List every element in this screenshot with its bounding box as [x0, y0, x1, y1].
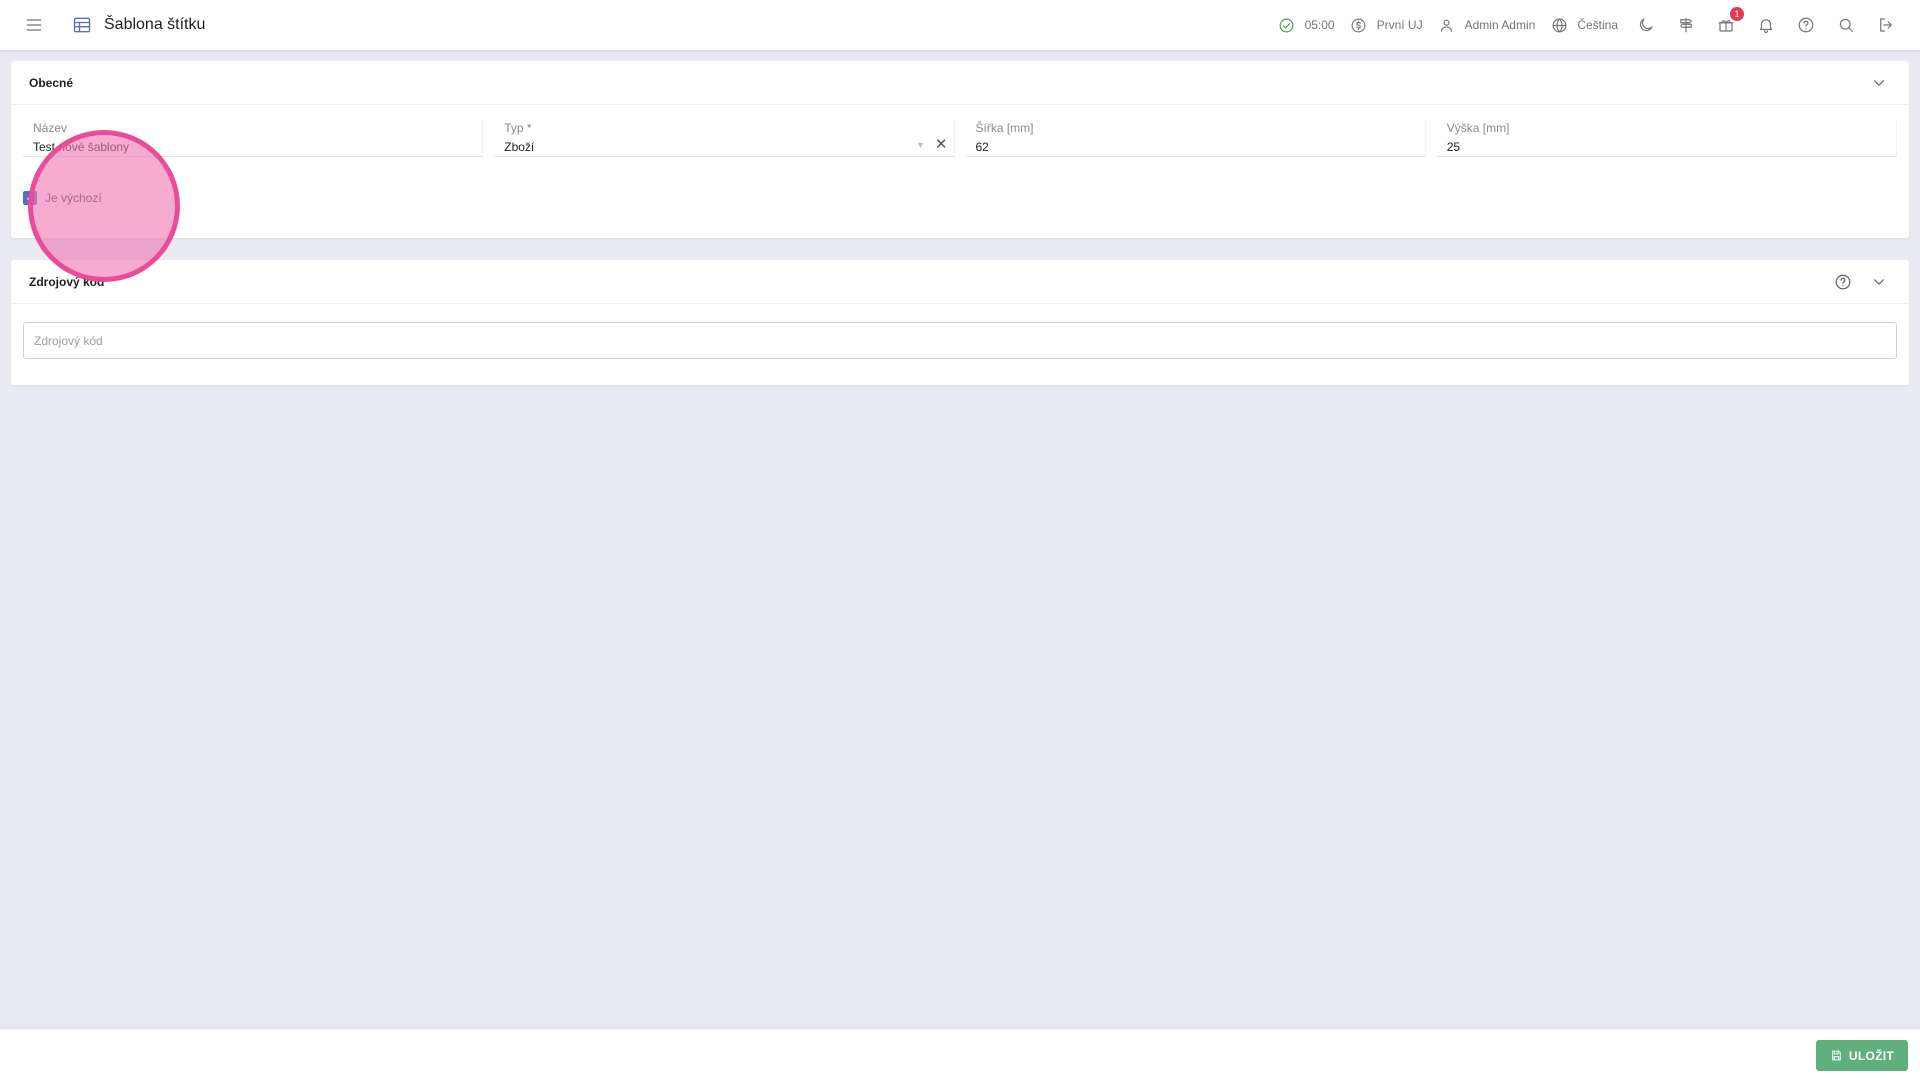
- top-bar: Šablona štítku 05:00 První UJ Admin Admi…: [0, 0, 1920, 50]
- check-circle-icon: [1277, 15, 1297, 35]
- name-value: Test nové šablony: [33, 140, 130, 154]
- save-button[interactable]: ULOŽIT: [1815, 1040, 1908, 1071]
- moon-icon[interactable]: [1634, 13, 1658, 37]
- height-value: 25: [1446, 140, 1461, 154]
- user-menu[interactable]: Admin Admin: [1437, 15, 1536, 35]
- user-name: Admin Admin: [1464, 18, 1536, 32]
- source-code-input[interactable]: [34, 333, 1886, 348]
- company-selector[interactable]: První UJ: [1349, 15, 1423, 35]
- bell-icon[interactable]: [1754, 13, 1778, 37]
- save-label: ULOŽIT: [1848, 1048, 1894, 1063]
- gift-icon[interactable]: 1: [1714, 7, 1744, 37]
- company-name: První UJ: [1376, 18, 1423, 32]
- session-timer[interactable]: 05:00: [1277, 15, 1335, 35]
- name-label: Název: [33, 121, 68, 135]
- source-card: Zdrojový kód: [11, 260, 1909, 385]
- caret-down-icon[interactable]: ▼: [916, 140, 925, 150]
- width-value: 62: [975, 140, 989, 154]
- height-field[interactable]: Výška [mm] 25: [1436, 119, 1897, 157]
- name-field[interactable]: Název Test nové šablony: [23, 119, 484, 157]
- footer-bar: ULOŽIT: [0, 1029, 1920, 1080]
- source-code-field[interactable]: [23, 322, 1897, 359]
- language-name: Čeština: [1577, 18, 1618, 32]
- table-icon: [70, 13, 94, 37]
- width-label: Šířka [mm]: [975, 121, 1034, 135]
- type-value: Zboží: [504, 140, 535, 154]
- general-fields: Název Test nové šablony Typ * Zboží ▼ ✕ …: [11, 105, 1909, 157]
- globe-icon: [1549, 15, 1569, 35]
- default-checkbox[interactable]: ✓: [23, 191, 37, 205]
- user-icon: [1437, 15, 1457, 35]
- gift-badge: 1: [1730, 7, 1744, 21]
- logout-icon[interactable]: [1874, 13, 1898, 37]
- type-actions: ▼ ✕: [916, 137, 948, 152]
- height-label: Výška [mm]: [1446, 121, 1510, 135]
- search-icon[interactable]: [1834, 13, 1858, 37]
- chevron-down-icon[interactable]: [1867, 270, 1891, 294]
- type-label: Typ *: [504, 121, 532, 135]
- default-label[interactable]: Je výchozí: [45, 191, 102, 205]
- save-icon: [1832, 1050, 1841, 1061]
- page-title-wrap: Šablona štítku: [70, 13, 205, 37]
- help-icon[interactable]: [1831, 270, 1855, 294]
- general-card-header[interactable]: Obecné: [11, 61, 1909, 105]
- menu-icon[interactable]: [22, 13, 46, 37]
- language-selector[interactable]: Čeština: [1549, 15, 1618, 35]
- session-time: 05:00: [1304, 18, 1335, 32]
- chevron-down-icon[interactable]: [1867, 71, 1891, 95]
- type-select[interactable]: Typ * Zboží ▼ ✕: [494, 119, 955, 157]
- signpost-icon[interactable]: [1674, 13, 1698, 37]
- width-field[interactable]: Šířka [mm] 62: [965, 119, 1426, 157]
- source-card-title: Zdrojový kód: [29, 274, 105, 289]
- default-checkbox-row: ✓ Je výchozí: [11, 157, 1909, 217]
- dollar-circle-icon: [1349, 15, 1369, 35]
- general-card: Obecné Název Test nové šablony Typ * Zbo…: [11, 61, 1909, 238]
- help-icon[interactable]: [1794, 13, 1818, 37]
- general-card-title: Obecné: [29, 75, 74, 90]
- close-icon[interactable]: ✕: [935, 137, 948, 152]
- page-title: Šablona štítku: [104, 16, 206, 33]
- source-card-header[interactable]: Zdrojový kód: [11, 260, 1909, 304]
